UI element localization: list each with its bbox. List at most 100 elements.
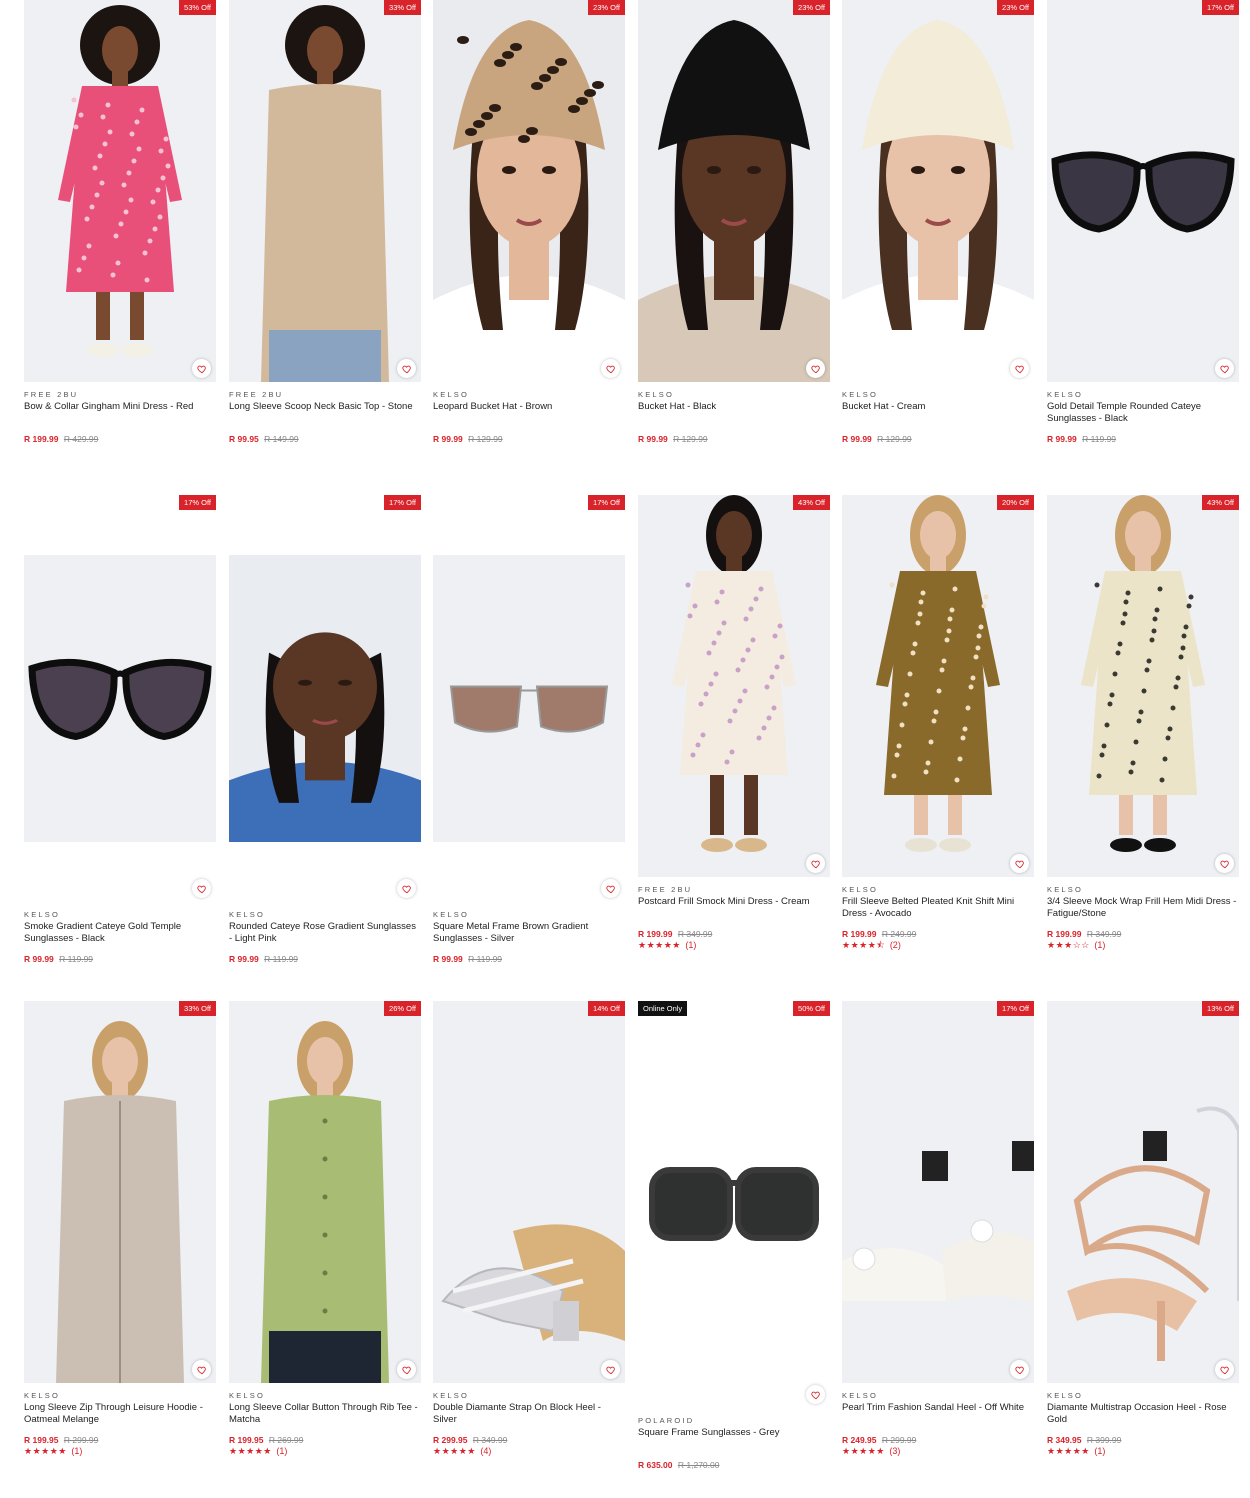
product-rating[interactable]: ★★★★★ (1) [638, 940, 830, 951]
product-card[interactable]: 17% Off KELSO Square Metal Frame Brown Gra… [433, 495, 625, 975]
product-card[interactable]: 23% Off KELSO Leopard Bucket Hat - Brown R… [433, 0, 625, 480]
product-card[interactable]: 23% Off KELSO Bucket Hat - Black R 99.99 R… [638, 0, 830, 480]
product-image-area[interactable]: 23% Off [842, 0, 1034, 382]
wishlist-heart-icon[interactable] [397, 1360, 416, 1379]
product-card[interactable]: 17% Off KELSO Gold Detail Temple Rounded C… [1047, 0, 1239, 480]
product-card[interactable]: 17% Off KELSO Rounded Cateye Rose Gradient… [229, 495, 421, 975]
product-image-area[interactable]: 50% Off Online Only [638, 1001, 830, 1383]
product-image-area[interactable]: 17% Off [24, 495, 216, 877]
wishlist-heart-icon[interactable] [192, 359, 211, 378]
wishlist-heart-icon[interactable] [1215, 359, 1234, 378]
wishlist-heart-icon[interactable] [397, 879, 416, 898]
product-name[interactable]: Diamante Multistrap Occasion Heel - Rose… [1047, 1402, 1239, 1426]
wishlist-heart-icon[interactable] [397, 359, 416, 378]
product-card[interactable]: 53% Off FREE 2BU Bow & Collar Gingham Mini… [24, 0, 216, 480]
product-card[interactable]: 23% Off KELSO Bucket Hat - Cream R 99.99 R… [842, 0, 1034, 480]
product-image-area[interactable]: 53% Off [24, 0, 216, 382]
product-name[interactable]: 3/4 Sleeve Mock Wrap Frill Hem Midi Dres… [1047, 896, 1239, 920]
product-name[interactable]: Long Sleeve Zip Through Leisure Hoodie -… [24, 1402, 216, 1426]
product-image[interactable] [842, 0, 1034, 382]
product-image-area[interactable]: 17% Off [1047, 0, 1239, 382]
wishlist-heart-icon[interactable] [1215, 1360, 1234, 1379]
product-rating[interactable]: ★★★★★ (1) [24, 1446, 216, 1457]
product-image[interactable] [842, 495, 1034, 877]
product-card[interactable]: 17% Off KELSO Pearl Trim Fashion Sandal He… [842, 1001, 1034, 1481]
product-image[interactable] [229, 0, 421, 382]
wishlist-heart-icon[interactable] [192, 879, 211, 898]
product-name[interactable]: Frill Sleeve Belted Pleated Knit Shift M… [842, 896, 1034, 920]
product-rating[interactable]: ★★★☆☆ (1) [1047, 940, 1239, 951]
product-image-area[interactable]: 23% Off [638, 0, 830, 382]
product-image-area[interactable]: 33% Off [24, 1001, 216, 1383]
product-info: KELSO Long Sleeve Collar Button Through R… [229, 1391, 421, 1457]
product-card[interactable]: 14% Off KELSO Double Diamante Strap On Blo… [433, 1001, 625, 1481]
wishlist-heart-icon[interactable] [601, 359, 620, 378]
product-image-area[interactable]: 17% Off [229, 495, 421, 877]
product-image[interactable] [1047, 0, 1239, 382]
product-image-area[interactable]: 13% Off [1047, 1001, 1239, 1383]
product-name[interactable]: Gold Detail Temple Rounded Cateye Sungla… [1047, 401, 1239, 425]
product-image-area[interactable]: 14% Off [433, 1001, 625, 1383]
wishlist-heart-icon[interactable] [1010, 854, 1029, 873]
product-image[interactable] [433, 0, 625, 382]
product-image-area[interactable]: 17% Off [433, 495, 625, 877]
product-card[interactable]: 33% Off KELSO Long Sleeve Zip Through Leis… [24, 1001, 216, 1481]
product-image-area[interactable]: 43% Off [638, 495, 830, 877]
product-card[interactable]: 43% Off KELSO 3/4 Sleeve Mock Wrap Frill H… [1047, 495, 1239, 975]
wishlist-heart-icon[interactable] [601, 879, 620, 898]
product-card[interactable]: 50% Off Online Only POLAROID Square Frame S… [638, 1001, 830, 1481]
product-name[interactable]: Bucket Hat - Cream [842, 401, 1034, 425]
product-card[interactable]: 13% Off KELSO Diamante Multistrap Occasion… [1047, 1001, 1239, 1481]
product-image[interactable] [1047, 1001, 1239, 1383]
product-image[interactable] [24, 555, 216, 842]
product-card[interactable]: 20% Off KELSO Frill Sleeve Belted Pleated … [842, 495, 1034, 975]
product-image[interactable] [638, 0, 830, 382]
wishlist-heart-icon[interactable] [601, 1360, 620, 1379]
product-image[interactable] [433, 1001, 625, 1383]
product-rating[interactable]: ★★★★★ (1) [1047, 1446, 1239, 1457]
product-image-area[interactable]: 43% Off [1047, 495, 1239, 877]
product-name[interactable]: Square Frame Sunglasses - Grey [638, 1427, 830, 1451]
review-count: (1) [276, 1446, 288, 1456]
product-name[interactable]: Pearl Trim Fashion Sandal Heel - Off Whi… [842, 1402, 1034, 1426]
product-name[interactable]: Smoke Gradient Cateye Gold Temple Sungla… [24, 921, 216, 945]
product-name[interactable]: Postcard Frill Smock Mini Dress - Cream [638, 896, 830, 920]
product-image-area[interactable]: 23% Off [433, 0, 625, 382]
product-rating[interactable]: ★★★★⯪ (2) [842, 940, 1034, 951]
product-name[interactable]: Leopard Bucket Hat - Brown [433, 401, 625, 425]
product-rating[interactable]: ★★★★★ (3) [842, 1446, 1034, 1457]
wishlist-heart-icon[interactable] [806, 1385, 825, 1404]
wishlist-heart-icon[interactable] [1010, 1360, 1029, 1379]
product-rating[interactable]: ★★★★★ (1) [229, 1446, 421, 1457]
product-image[interactable] [229, 555, 421, 842]
product-name[interactable]: Bucket Hat - Black [638, 401, 830, 425]
product-name[interactable]: Bow & Collar Gingham Mini Dress - Red [24, 401, 216, 425]
product-name[interactable]: Rounded Cateye Rose Gradient Sunglasses … [229, 921, 421, 945]
product-card[interactable]: 43% Off FREE 2BU Postcard Frill Smock Mini… [638, 495, 830, 975]
product-image[interactable] [638, 1001, 830, 1383]
product-name[interactable]: Square Metal Frame Brown Gradient Sungla… [433, 921, 625, 945]
product-image[interactable] [229, 1001, 421, 1383]
product-card[interactable]: 26% Off KELSO Long Sleeve Collar Button Th… [229, 1001, 421, 1481]
product-image-area[interactable]: 17% Off [842, 1001, 1034, 1383]
product-image[interactable] [24, 1001, 216, 1383]
product-name[interactable]: Long Sleeve Collar Button Through Rib Te… [229, 1402, 421, 1426]
wishlist-heart-icon[interactable] [1215, 854, 1234, 873]
product-image[interactable] [842, 1001, 1034, 1383]
wishlist-heart-icon[interactable] [806, 854, 825, 873]
wishlist-heart-icon[interactable] [806, 359, 825, 378]
product-image-area[interactable]: 33% Off [229, 0, 421, 382]
product-image[interactable] [1047, 495, 1239, 877]
product-rating[interactable]: ★★★★★ (4) [433, 1446, 625, 1457]
product-card[interactable]: 33% Off FREE 2BU Long Sleeve Scoop Neck Ba… [229, 0, 421, 480]
product-name[interactable]: Double Diamante Strap On Block Heel - Si… [433, 1402, 625, 1426]
product-image[interactable] [433, 555, 625, 842]
product-image-area[interactable]: 20% Off [842, 495, 1034, 877]
product-card[interactable]: 17% Off KELSO Smoke Gradient Cateye Gold T… [24, 495, 216, 975]
wishlist-heart-icon[interactable] [192, 1360, 211, 1379]
wishlist-heart-icon[interactable] [1010, 359, 1029, 378]
product-image-area[interactable]: 26% Off [229, 1001, 421, 1383]
product-name[interactable]: Long Sleeve Scoop Neck Basic Top - Stone [229, 401, 421, 425]
product-image[interactable] [24, 0, 216, 382]
product-image[interactable] [638, 495, 830, 877]
